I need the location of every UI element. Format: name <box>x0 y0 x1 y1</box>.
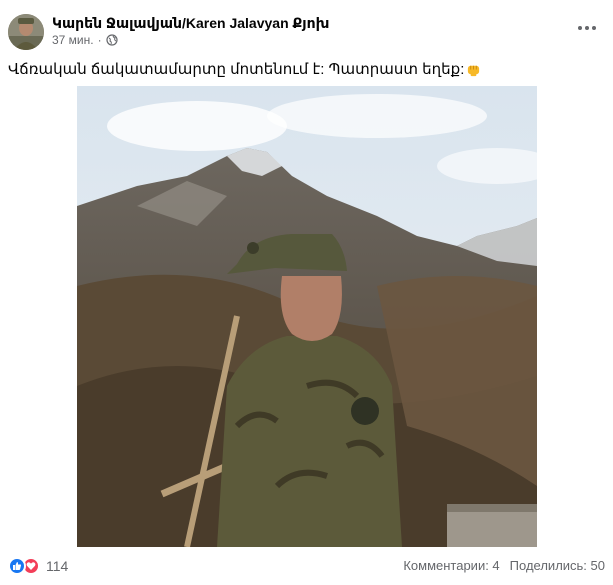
engagement-stats: Комментарии: 4 Поделились: 50 <box>403 558 605 573</box>
dot-icon <box>592 26 596 30</box>
raised-fist-icon <box>468 65 480 76</box>
post-photo[interactable] <box>77 86 537 547</box>
meta-separator: · <box>97 33 102 47</box>
avatar-image <box>8 14 44 50</box>
more-options-button[interactable] <box>575 18 599 38</box>
facebook-post: Կարեն Ջալավյան/Karen Jalavyan Քյոխ 37 ми… <box>0 0 613 585</box>
post-time[interactable]: 37 мин. <box>52 33 94 47</box>
author-name[interactable]: Կարեն Ջալավյան/Karen Jalavyan Քյոխ <box>52 15 329 32</box>
dot-icon <box>585 26 589 30</box>
reaction-count: 114 <box>46 558 69 574</box>
comments-count[interactable]: Комментарии: 4 <box>403 558 499 573</box>
post-header: Կարեն Ջալավյան/Karen Jalavyan Քյոխ 37 ми… <box>8 12 605 54</box>
author-avatar[interactable] <box>8 14 44 50</box>
dot-icon <box>578 26 582 30</box>
post-footer: 114 Комментарии: 4 Поделились: 50 <box>0 547 613 585</box>
shares-count[interactable]: Поделились: 50 <box>510 558 605 573</box>
globe-icon <box>106 34 118 46</box>
like-icon <box>8 557 26 575</box>
post-media <box>0 86 613 547</box>
photo-image <box>77 86 537 547</box>
reactions-summary[interactable]: 114 <box>8 557 68 575</box>
post-text: Վճռական ճակատամարտը մոտենում է: Պատրաստ … <box>8 60 481 78</box>
post-text-content: Վճռական ճակատամարտը մոտենում է: Պատրաստ … <box>8 61 465 78</box>
post-meta: 37 мин. · <box>52 33 118 47</box>
